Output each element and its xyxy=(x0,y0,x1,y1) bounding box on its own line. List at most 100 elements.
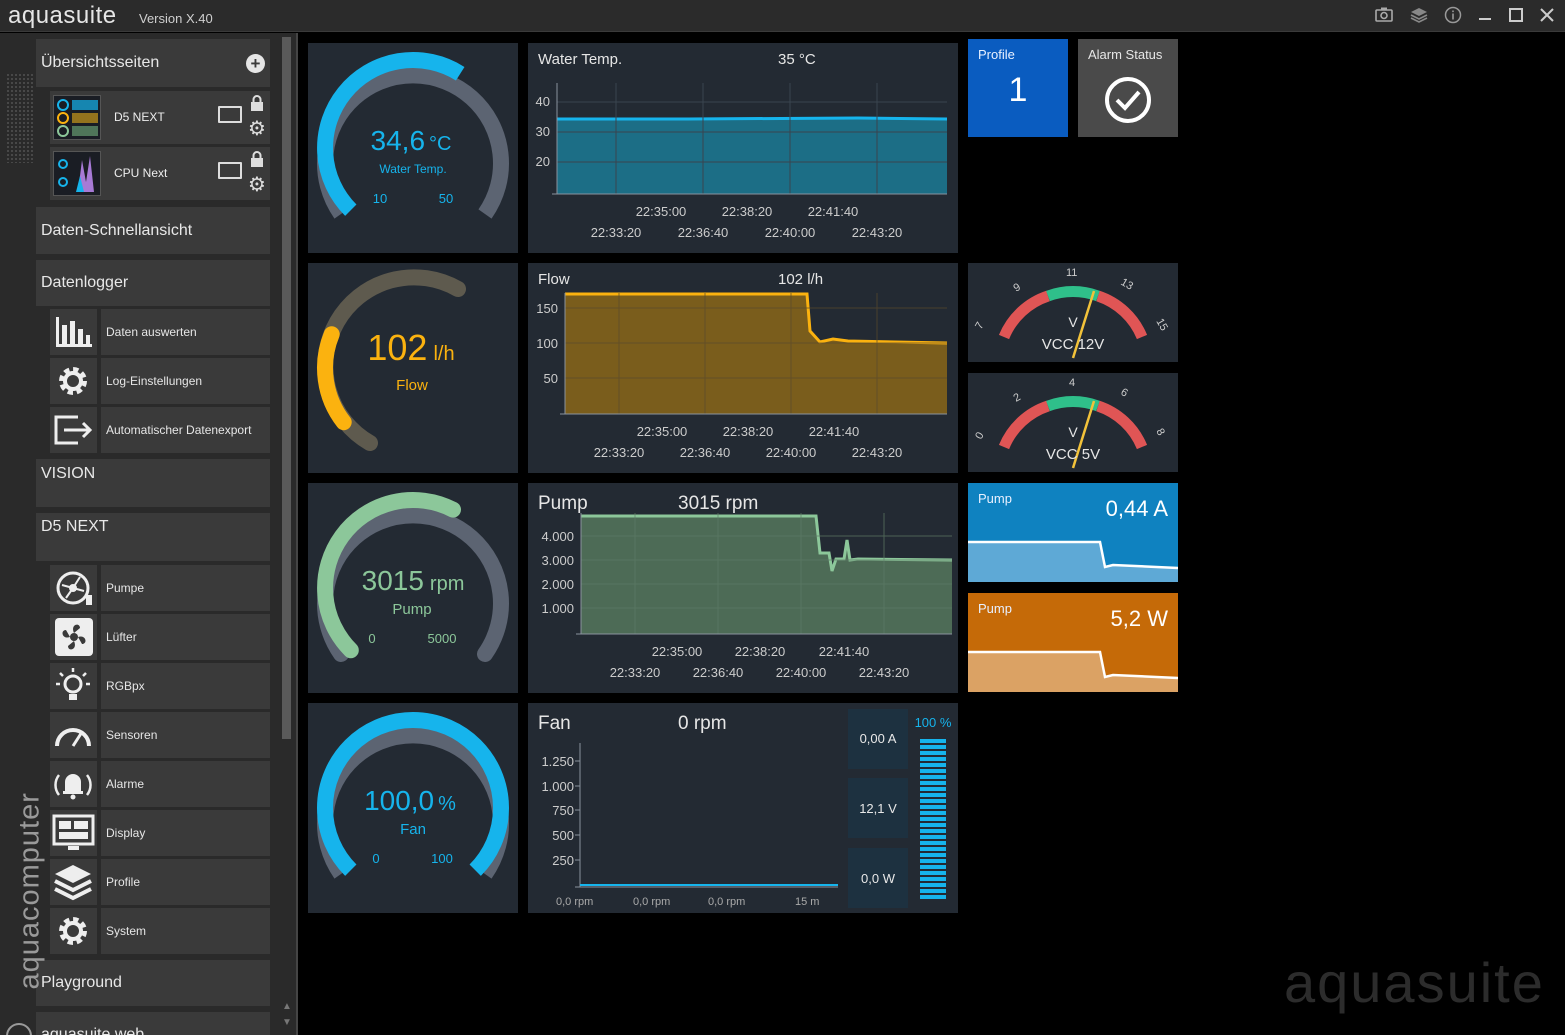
camera-icon[interactable] xyxy=(1373,6,1395,26)
tile-value: 5,2 W xyxy=(1110,606,1168,631)
sidebar-subitem-alarme[interactable]: Alarme xyxy=(101,761,270,807)
gauge-flow: 102 l/h Flow xyxy=(308,263,518,473)
watermark: aquasuite xyxy=(1284,951,1545,1014)
scrollbar-thumb[interactable] xyxy=(282,37,291,739)
sidebar-item-d5next[interactable]: D5 NEXT xyxy=(36,513,270,561)
sidebar-scrollbar[interactable]: ▲ ▼ xyxy=(280,37,292,1035)
sidebar-item-datalogger[interactable]: Datenlogger xyxy=(36,260,270,306)
gauge-value: 100,0 xyxy=(364,785,434,816)
meter-label: VCC 12V xyxy=(1042,336,1105,353)
sidebar-subitem-profile[interactable]: Profile xyxy=(101,859,270,905)
chart-footer-stat: 0,0 rpm xyxy=(556,896,593,908)
sidebar-subitem-display[interactable]: Display xyxy=(101,810,270,856)
sidebar-subitem-rgbpx[interactable]: RGBpx xyxy=(101,663,270,709)
sidebar-item-web[interactable]: aquasuite web xyxy=(36,1012,270,1035)
lock-icon[interactable] xyxy=(250,151,264,167)
chart-flow: Flow 102 l/h 150 100 50 22:35:00 22:38:2… xyxy=(528,263,958,473)
meter-label: VCC 5V xyxy=(1046,446,1100,463)
bulb-icon[interactable] xyxy=(50,663,97,709)
x-tick-label: 22:36:40 xyxy=(678,225,729,240)
sidebar-subitem-sensoren[interactable]: Sensoren xyxy=(101,712,270,758)
layers-icon[interactable] xyxy=(50,859,97,905)
gauge-unit: % xyxy=(438,793,456,815)
x-tick-label: 22:33:20 xyxy=(610,665,661,680)
fan-bar-segment xyxy=(920,781,946,785)
x-tick-label: 22:43:20 xyxy=(852,225,903,240)
chart-footer-stat: 0,0 rpm xyxy=(708,896,745,908)
meter-tick-label: 7 xyxy=(973,320,986,331)
x-tick-label: 22:40:00 xyxy=(765,225,816,240)
sidebar-item-quickview[interactable]: Daten-Schnellansicht xyxy=(36,207,270,254)
page-card-d5next[interactable]: D5 NEXT ⚙ xyxy=(50,91,270,144)
scroll-down-icon[interactable]: ▼ xyxy=(282,1017,292,1028)
gear-icon[interactable] xyxy=(50,908,97,954)
info-icon[interactable] xyxy=(1442,6,1464,26)
sidebar-item-label: Daten-Schnellansicht xyxy=(41,222,193,239)
sidebar-subitem-datenexport[interactable]: Automatischer Datenexport xyxy=(101,407,270,453)
x-tick-label: 22:40:00 xyxy=(776,665,827,680)
brand-name: aquacomputer xyxy=(13,792,46,990)
pump-icon[interactable] xyxy=(50,565,97,611)
sidebar-subitem-system[interactable]: System xyxy=(101,908,270,954)
gauge-icon[interactable] xyxy=(50,712,97,758)
sidebar-subitem-daten-auswerten[interactable]: Daten auswerten xyxy=(101,309,270,355)
export-icon[interactable] xyxy=(50,407,97,453)
alarm-status-tile[interactable]: Alarm Status xyxy=(1078,39,1178,137)
svg-text:100,0%: 100,0% xyxy=(364,785,456,816)
monitor-icon[interactable] xyxy=(218,106,242,123)
bar-chart-icon[interactable] xyxy=(50,309,97,355)
x-tick-label: 22:40:00 xyxy=(766,445,817,460)
gauge-label: Pump xyxy=(392,601,431,618)
fan-bar-segment xyxy=(920,877,946,881)
chart-fan: Fan 0 rpm 1.250 1.000 750 500 250 0,0 rp… xyxy=(528,703,958,913)
x-tick-label: 22:36:40 xyxy=(693,665,744,680)
meter-tick-label: 11 xyxy=(1066,267,1077,279)
alarm-icon[interactable] xyxy=(50,761,97,807)
fan-bar-segment xyxy=(920,883,946,887)
lock-icon[interactable] xyxy=(250,95,264,111)
monitor-icon[interactable] xyxy=(218,162,242,179)
fan-bar-segment xyxy=(920,757,946,761)
gear-icon[interactable] xyxy=(50,358,97,404)
gear-icon[interactable]: ⚙ xyxy=(248,119,266,139)
sidebar-item-vision[interactable]: VISION xyxy=(36,459,270,507)
add-icon[interactable]: + xyxy=(246,54,265,73)
page-card-cpunext[interactable]: CPU Next ⚙ xyxy=(50,147,270,200)
fan-bar-segment xyxy=(920,853,946,857)
tile-value: 0,44 A xyxy=(1105,496,1168,521)
gauge-max: 50 xyxy=(439,191,453,206)
svg-text:34,6°C: 34,6 °C xyxy=(371,125,452,156)
svg-text:3015rpm: 3015 rpm xyxy=(362,565,465,596)
layers-icon[interactable] xyxy=(1408,6,1430,26)
sidebar-item-overview[interactable]: Übersichtsseiten + xyxy=(36,39,270,87)
sidebar-subitem-luefter[interactable]: Lüfter xyxy=(101,614,270,660)
x-tick-label: 22:33:20 xyxy=(594,445,645,460)
fan-bar-segment xyxy=(920,751,946,755)
vcc5-meter: 0 2 4 6 8 V VCC 5V xyxy=(968,373,1178,472)
sidebar-item-label: aquasuite web xyxy=(41,1026,145,1035)
x-tick-label: 22:36:40 xyxy=(680,445,731,460)
fan-power: 0,0 W xyxy=(861,871,896,886)
fan-bar-segment xyxy=(920,739,946,743)
scroll-up-icon[interactable]: ▲ xyxy=(282,1001,292,1012)
sidebar-item-playground[interactable]: Playground xyxy=(36,960,270,1006)
gear-icon[interactable]: ⚙ xyxy=(248,175,266,195)
meter-unit: V xyxy=(1068,424,1078,440)
x-tick-label: 22:35:00 xyxy=(636,204,687,219)
sidebar-subitem-pumpe[interactable]: Pumpe xyxy=(101,565,270,611)
chart-water-temp: Water Temp. 35 °C 40 30 20 22:35:00 22:3… xyxy=(528,43,958,253)
close-icon[interactable] xyxy=(1536,6,1558,26)
fan-icon[interactable] xyxy=(50,614,97,660)
x-tick-label: 22:35:00 xyxy=(637,424,688,439)
profile-tile[interactable]: Profile 1 xyxy=(968,39,1068,137)
y-tick-label: 1.000 xyxy=(541,601,574,616)
gauge-unit: l/h xyxy=(433,343,454,365)
minimize-icon[interactable] xyxy=(1474,6,1496,26)
fan-bar-segment xyxy=(920,769,946,773)
fan-bar-segment xyxy=(920,865,946,869)
display-icon[interactable] xyxy=(50,810,97,856)
maximize-icon[interactable] xyxy=(1505,6,1527,26)
sidebar-subitem-log-einstellungen[interactable]: Log-Einstellungen xyxy=(101,358,270,404)
gauge-water-temp: 34,6 °C Water Temp. 10 50 xyxy=(308,43,518,253)
pump-current-tile: Pump 0,44 A xyxy=(968,483,1178,582)
